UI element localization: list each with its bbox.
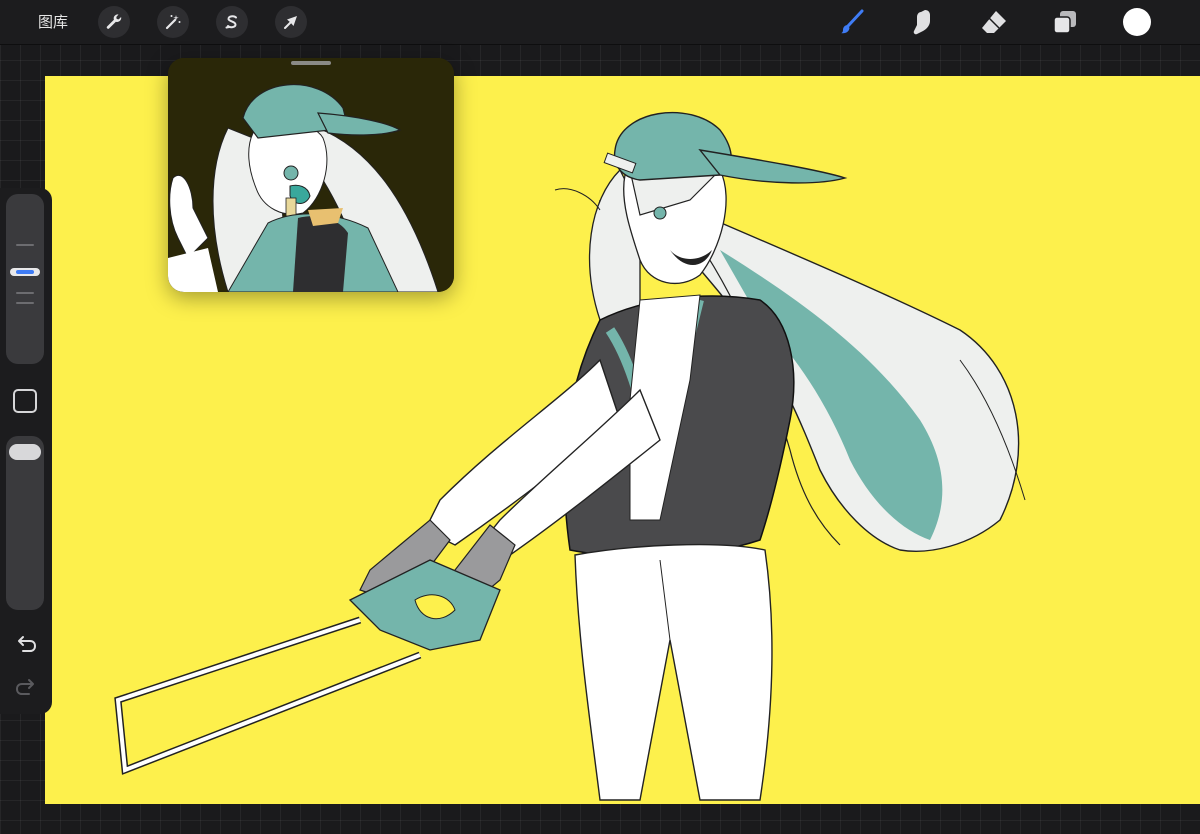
eraser-icon[interactable] [978, 6, 1010, 38]
undo-arrow-icon[interactable] [14, 633, 38, 657]
gallery-link[interactable]: 图库 [38, 12, 68, 32]
size-tick [16, 302, 34, 304]
brush-icon[interactable] [836, 6, 868, 38]
wrench-icon[interactable] [98, 6, 130, 38]
reference-drag-handle[interactable] [291, 61, 331, 65]
color-swatch[interactable] [1123, 8, 1151, 36]
size-tick [16, 244, 34, 246]
size-tick [16, 292, 34, 294]
top-toolbar: 图库 [0, 0, 1200, 45]
opacity-slider-thumb[interactable] [9, 444, 41, 460]
reference-illustration [168, 58, 454, 292]
arrow-cursor-icon[interactable] [275, 6, 307, 38]
selection-s-icon[interactable] [216, 6, 248, 38]
smudge-finger-icon[interactable] [906, 6, 938, 38]
magic-wand-icon[interactable] [157, 6, 189, 38]
size-slider-thumb[interactable] [10, 268, 40, 276]
size-thumb-accent [16, 270, 34, 274]
square-modify-icon[interactable] [13, 389, 37, 413]
redo-arrow-icon[interactable] [14, 676, 38, 700]
brush-opacity-slider[interactable] [6, 436, 44, 610]
reference-window[interactable] [168, 58, 454, 292]
brush-size-slider[interactable] [6, 194, 44, 364]
left-sidebar [0, 188, 52, 714]
layers-icon[interactable] [1049, 6, 1081, 38]
